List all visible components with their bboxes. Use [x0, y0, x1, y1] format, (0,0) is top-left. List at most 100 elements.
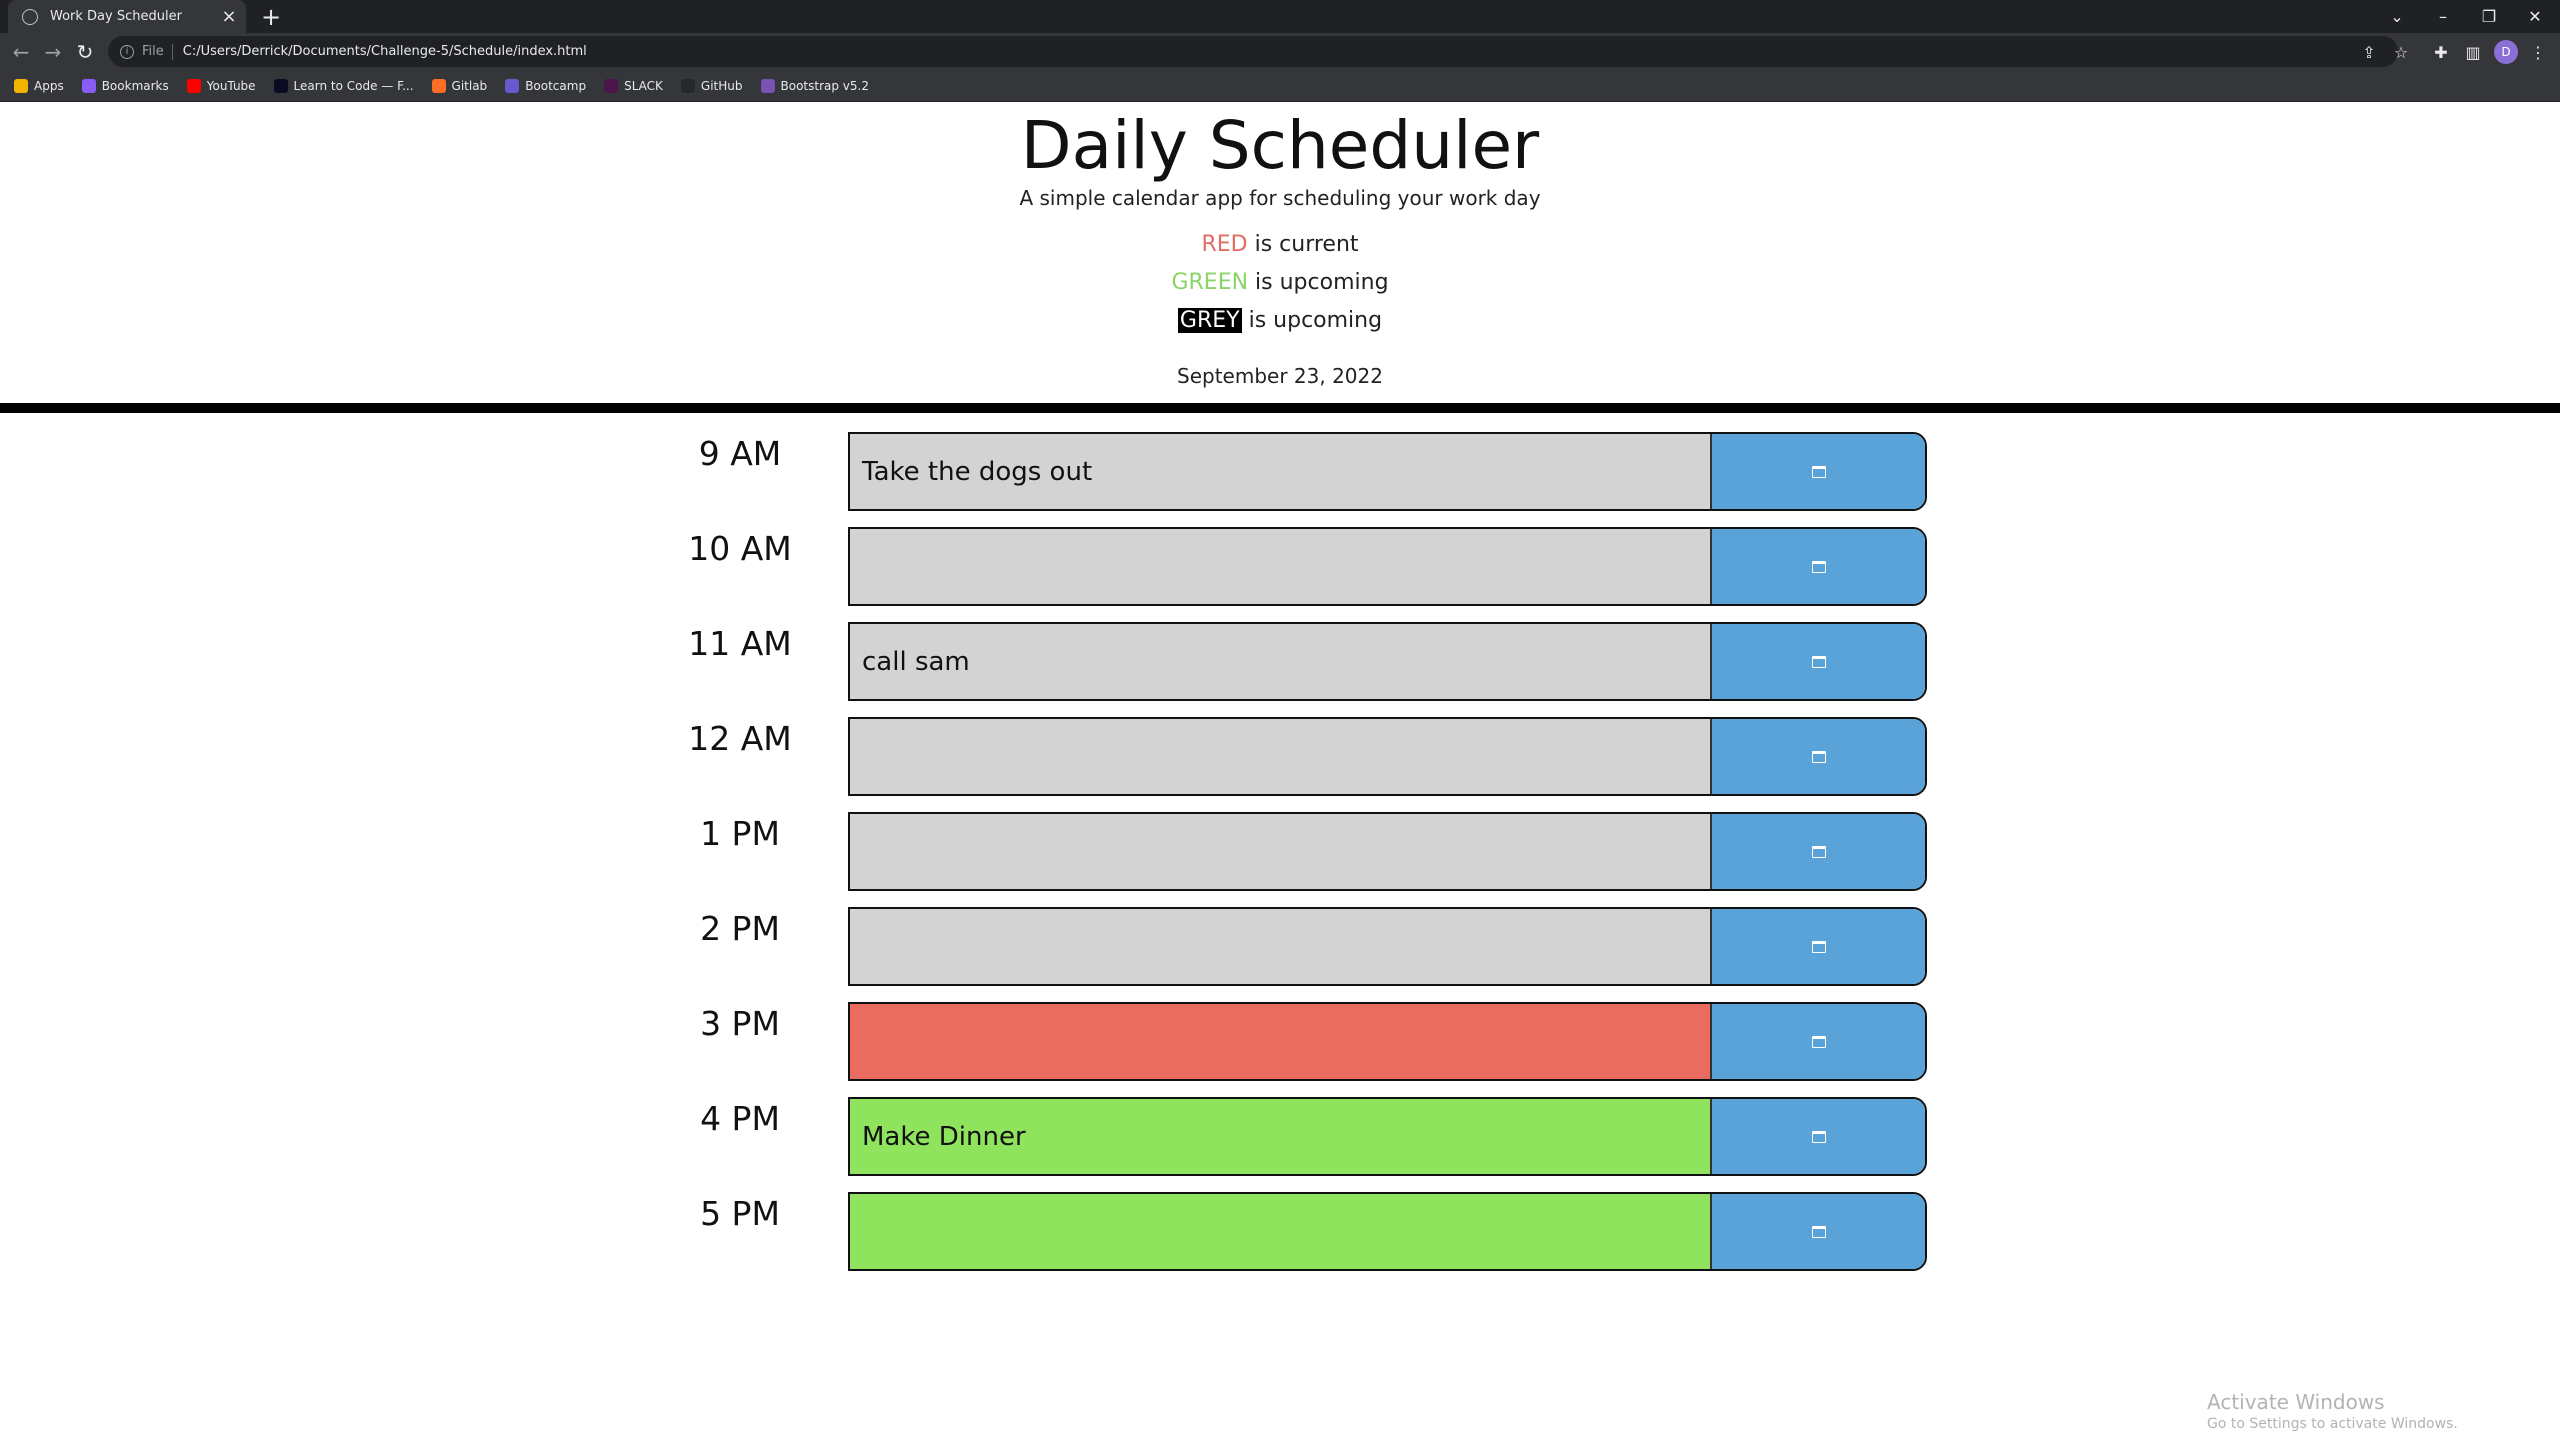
info-icon[interactable]: i	[120, 44, 134, 59]
legend-grey-word: GREY	[1177, 308, 1242, 333]
save-button[interactable]	[1712, 719, 1925, 794]
minimize-icon[interactable]: –	[2420, 0, 2466, 33]
bookmark-item[interactable]: Bootcamp	[505, 78, 586, 93]
github-icon	[680, 78, 695, 93]
forward-icon[interactable]: →	[40, 39, 66, 65]
save-icon	[1811, 465, 1826, 478]
save-icon	[1811, 1035, 1826, 1048]
task-textarea[interactable]	[850, 1004, 1712, 1079]
legend-green: GREEN is upcoming	[0, 268, 2560, 298]
time-block-row	[848, 907, 1927, 986]
bookmark-item[interactable]: SLACK	[604, 78, 663, 93]
bookmark-label: Apps	[34, 78, 64, 93]
save-icon	[1811, 750, 1826, 763]
hour-label: 2 PM	[700, 909, 780, 948]
bookmark-item[interactable]: GitHub	[680, 78, 743, 93]
bootstrap-icon	[760, 78, 775, 93]
page-subtitle: A simple calendar app for scheduling you…	[1019, 186, 1541, 210]
save-button[interactable]	[1712, 1194, 1925, 1269]
save-icon	[1811, 1130, 1826, 1143]
save-button[interactable]	[1712, 434, 1925, 509]
tab-title: Work Day Scheduler	[50, 9, 182, 24]
bookmark-item[interactable]: Learn to Code — F...	[273, 78, 414, 93]
youtube-icon	[186, 78, 201, 93]
watermark-title: Activate Windows	[2207, 1390, 2385, 1414]
task-textarea[interactable]	[850, 1194, 1712, 1269]
legend-grey: GREY is upcoming	[0, 306, 2560, 336]
task-textarea[interactable]	[850, 529, 1712, 604]
task-textarea[interactable]: Make Dinner	[850, 1099, 1712, 1174]
browser-toolbar: ← → ↻ i File C:/Users/Derrick/Documents/…	[0, 33, 2560, 70]
share-icon[interactable]: ⇪	[2357, 40, 2381, 64]
close-tab-icon[interactable]: ×	[218, 6, 240, 28]
bookmark-label: Bookmarks	[101, 78, 169, 93]
apps-grid-icon	[14, 78, 28, 93]
time-block-row: Make Dinner	[848, 1097, 1927, 1176]
legend-grey-text: is upcoming	[1248, 308, 1383, 333]
save-button[interactable]	[1712, 814, 1925, 889]
bookmark-item[interactable]: Bootstrap v5.2	[760, 78, 869, 93]
bookmark-item[interactable]: YouTube	[186, 78, 256, 93]
hour-label: 4 PM	[700, 1099, 780, 1138]
slack-icon	[604, 78, 619, 93]
url-text[interactable]: C:/Users/Derrick/Documents/Challenge-5/S…	[183, 44, 587, 59]
reload-icon[interactable]: ↻	[72, 39, 98, 65]
hour-label: 1 PM	[700, 814, 780, 853]
hour-label: 10 AM	[688, 529, 792, 568]
address-bar[interactable]: i File C:/Users/Derrick/Documents/Challe…	[108, 36, 2398, 67]
save-icon	[1811, 940, 1826, 953]
save-icon	[1811, 655, 1826, 668]
save-button[interactable]	[1712, 1099, 1925, 1174]
task-textarea[interactable]	[850, 719, 1712, 794]
legend-green-text: is upcoming	[1255, 270, 1389, 295]
new-tab-icon[interactable]: +	[258, 3, 284, 31]
omnibox-divider	[171, 43, 173, 60]
current-date: September 23, 2022	[1177, 364, 1383, 388]
restore-icon[interactable]: ❐	[2466, 0, 2512, 33]
side-panel-icon[interactable]: ▥	[2461, 40, 2485, 64]
tab-strip: Work Day Scheduler × + ⌄ – ❐ ✕	[0, 0, 2560, 33]
page-title: Daily Scheduler	[1020, 107, 1540, 184]
task-textarea[interactable]: call sam	[850, 624, 1712, 699]
legend-red-word: RED	[1201, 232, 1248, 257]
bookmark-item[interactable]: Bookmarks	[81, 78, 169, 93]
hour-label: 5 PM	[700, 1194, 780, 1233]
bookmark-item[interactable]: Apps	[14, 78, 64, 93]
scheme-label: File	[142, 44, 164, 59]
save-button[interactable]	[1712, 1004, 1925, 1079]
back-icon[interactable]: ←	[8, 39, 34, 65]
tab-search-icon[interactable]: ⌄	[2374, 0, 2420, 33]
bookmark-label: Bootstrap v5.2	[780, 78, 869, 93]
menu-icon[interactable]: ⋮	[2526, 40, 2550, 64]
time-block-row: Take the dogs out	[848, 432, 1927, 511]
save-button[interactable]	[1712, 909, 1925, 984]
header-jumbotron: Daily Scheduler A simple calendar app fo…	[0, 102, 2560, 404]
task-textarea[interactable]: Take the dogs out	[850, 434, 1712, 509]
legend-red: RED is current	[0, 230, 2560, 260]
task-textarea[interactable]	[850, 814, 1712, 889]
time-block-row	[848, 1192, 1927, 1271]
task-textarea[interactable]	[850, 909, 1712, 984]
code-icon	[273, 78, 288, 93]
header-divider	[0, 403, 2560, 413]
save-icon	[1811, 560, 1826, 573]
save-button[interactable]	[1712, 624, 1925, 699]
profile-avatar[interactable]: D	[2494, 40, 2518, 64]
bookmark-item[interactable]: Gitlab	[431, 78, 487, 93]
star-icon	[81, 78, 96, 93]
bookmark-label: YouTube	[206, 78, 256, 93]
bootcamp-icon	[505, 78, 520, 93]
extensions-icon[interactable]: ✚	[2429, 40, 2453, 64]
time-block-row	[848, 527, 1927, 606]
save-icon	[1811, 845, 1826, 858]
bookmark-star-icon[interactable]: ☆	[2389, 40, 2413, 64]
bookmark-label: Learn to Code — F...	[293, 78, 414, 93]
close-window-icon[interactable]: ✕	[2512, 0, 2558, 33]
hour-label: 3 PM	[700, 1004, 780, 1043]
time-block-row: call sam	[848, 622, 1927, 701]
hour-label: 12 AM	[688, 719, 792, 758]
browser-tab[interactable]: Work Day Scheduler ×	[8, 0, 246, 33]
save-button[interactable]	[1712, 529, 1925, 604]
legend-green-word: GREEN	[1171, 270, 1249, 295]
hour-label: 9 AM	[698, 434, 782, 473]
